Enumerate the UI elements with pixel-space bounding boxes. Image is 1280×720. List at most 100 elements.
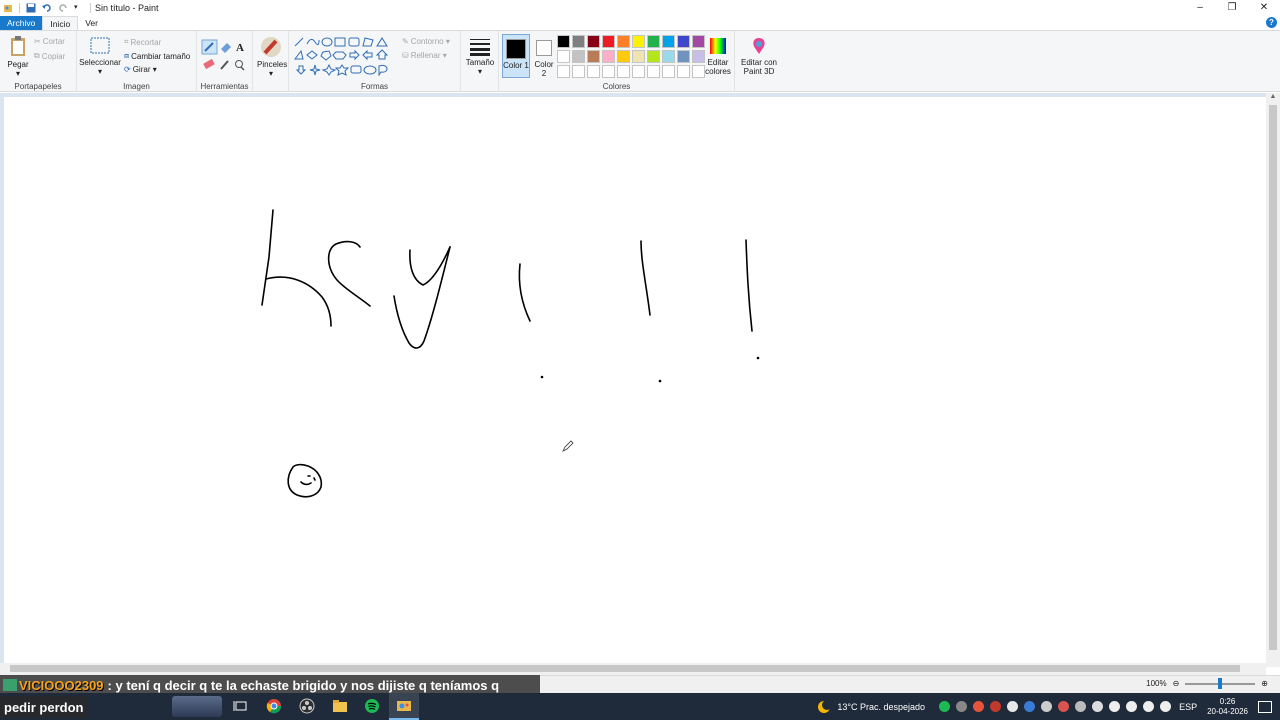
tab-file[interactable]: Archivo xyxy=(0,16,43,30)
brushes-button[interactable]: Pinceles ▾ xyxy=(257,36,287,78)
color-swatch[interactable] xyxy=(572,65,585,78)
bluetooth-icon[interactable] xyxy=(1024,701,1036,712)
spotify-icon[interactable] xyxy=(364,698,380,714)
minimize-button[interactable]: – xyxy=(1184,0,1216,16)
copy-button[interactable]: ⧉ Copiar xyxy=(34,51,65,61)
maximize-button[interactable]: ❐ xyxy=(1216,0,1248,16)
size-button[interactable]: Tamaño ▾ xyxy=(464,36,496,76)
color-swatch[interactable] xyxy=(587,35,600,48)
chevron-up-icon[interactable] xyxy=(1092,701,1104,712)
color-swatch[interactable] xyxy=(662,50,675,63)
clock[interactable]: 0:26 20-04-2026 xyxy=(1207,697,1248,717)
close-button[interactable]: ✕ xyxy=(1248,0,1280,16)
color-swatch[interactable] xyxy=(632,35,645,48)
horizontal-scrollbar[interactable] xyxy=(0,663,1266,675)
file-explorer-icon[interactable] xyxy=(332,698,348,714)
recording-tray-icon[interactable] xyxy=(990,701,1002,712)
horizontal-scroll-thumb[interactable] xyxy=(10,665,1240,672)
network-activity-icon[interactable] xyxy=(1041,701,1053,712)
paint-taskbar-button[interactable] xyxy=(389,693,419,720)
color-swatch[interactable] xyxy=(662,35,675,48)
color2-button[interactable]: Color 2 xyxy=(532,34,556,78)
undo-icon[interactable] xyxy=(42,3,52,13)
chrome-icon[interactable] xyxy=(266,698,282,714)
fill-shape-button[interactable]: ⛁ Rellenar ▾ xyxy=(402,51,447,60)
battery-icon[interactable] xyxy=(1126,701,1138,712)
color-swatch[interactable] xyxy=(557,50,570,63)
vertical-scrollbar[interactable]: ▲ xyxy=(1266,93,1280,667)
shapes-gallery[interactable] xyxy=(293,36,393,76)
color-swatch[interactable] xyxy=(587,65,600,78)
steam-icon[interactable] xyxy=(1075,701,1087,712)
zoom-slider-thumb[interactable] xyxy=(1218,677,1223,689)
color-swatch[interactable] xyxy=(557,65,570,78)
paste-button[interactable]: Pegar ▾ xyxy=(4,36,32,78)
color-swatch[interactable] xyxy=(632,65,645,78)
pencil-icon[interactable] xyxy=(202,40,217,54)
rotate-button[interactable]: ⟳ Girar ▾ xyxy=(124,65,157,74)
antivirus-icon[interactable] xyxy=(1058,701,1070,712)
color-swatch[interactable] xyxy=(677,35,690,48)
color-swatch[interactable] xyxy=(587,50,600,63)
crop-button[interactable]: ⌗ Recortar xyxy=(124,37,161,47)
outline-button[interactable]: ✎ Contorno ▾ xyxy=(402,37,450,46)
select-icon xyxy=(90,37,110,54)
language-indicator[interactable]: ESP xyxy=(1179,702,1197,712)
color-swatch[interactable] xyxy=(677,65,690,78)
text-icon[interactable] xyxy=(234,40,247,54)
app-tray-icon[interactable] xyxy=(973,701,985,712)
eraser-icon[interactable] xyxy=(202,58,215,72)
color-swatch[interactable] xyxy=(617,65,630,78)
notification-icon[interactable] xyxy=(1258,700,1272,713)
color-swatch[interactable] xyxy=(647,35,660,48)
scroll-up-icon[interactable]: ▲ xyxy=(1266,93,1280,100)
color-swatch[interactable] xyxy=(647,50,660,63)
microphone-icon[interactable] xyxy=(1109,701,1121,712)
fill-icon[interactable] xyxy=(219,40,232,54)
volume-icon[interactable] xyxy=(1160,701,1172,712)
color-swatch[interactable] xyxy=(572,35,585,48)
color-swatch[interactable] xyxy=(617,50,630,63)
edit-colors-button[interactable]: Editar colores xyxy=(704,36,732,76)
magnifier-icon[interactable] xyxy=(234,58,247,72)
color-swatch[interactable] xyxy=(602,65,615,78)
vertical-scroll-thumb[interactable] xyxy=(1269,105,1277,650)
redo-icon[interactable] xyxy=(58,3,68,13)
color-swatch[interactable] xyxy=(572,50,585,63)
color-swatch[interactable] xyxy=(617,35,630,48)
color-picker-icon[interactable] xyxy=(219,58,232,72)
wifi-icon[interactable] xyxy=(1143,701,1155,712)
color1-button[interactable]: Color 1 xyxy=(502,34,530,78)
help-icon[interactable]: ? xyxy=(1266,17,1277,28)
paint3d-button[interactable]: Editar con Paint 3D xyxy=(738,36,780,76)
zoom-in-icon[interactable]: ⊕ xyxy=(1261,679,1268,688)
task-view-icon[interactable] xyxy=(233,698,249,714)
save-icon[interactable] xyxy=(26,3,36,13)
weather-widget[interactable]: 13°C Prac. despejado xyxy=(816,699,925,715)
drawing-canvas[interactable] xyxy=(4,97,1266,665)
color-swatch[interactable] xyxy=(662,65,675,78)
tray-icons xyxy=(939,701,1172,712)
scissors-icon: ✂ xyxy=(34,37,41,46)
color-swatch[interactable] xyxy=(647,65,660,78)
steam-tray-icon[interactable] xyxy=(956,701,968,712)
tab-view[interactable]: Ver xyxy=(78,16,105,30)
color-swatch[interactable] xyxy=(602,35,615,48)
color-swatch[interactable] xyxy=(602,50,615,63)
color-swatch[interactable] xyxy=(677,50,690,63)
tab-home[interactable]: Inicio xyxy=(42,16,79,30)
color1-swatch xyxy=(506,39,526,59)
obs-icon[interactable] xyxy=(299,698,315,714)
cut-button[interactable]: ✂ Cortar xyxy=(34,37,65,46)
resize-icon: ⧈ xyxy=(124,51,130,60)
zoom-out-icon[interactable]: ⊖ xyxy=(1173,679,1180,688)
spotify-tray-icon[interactable] xyxy=(939,701,951,712)
resize-button[interactable]: ⧈ Cambiar tamaño xyxy=(124,51,190,61)
taskbar-thumbnail[interactable] xyxy=(172,696,222,717)
color-swatch[interactable] xyxy=(557,35,570,48)
color-swatch[interactable] xyxy=(632,50,645,63)
select-button[interactable]: Seleccionar ▾ xyxy=(79,36,121,76)
tray-app-icon[interactable] xyxy=(1007,701,1019,712)
zoom-slider[interactable] xyxy=(1185,677,1256,689)
chevron-down-icon[interactable]: ▾ xyxy=(74,3,84,13)
